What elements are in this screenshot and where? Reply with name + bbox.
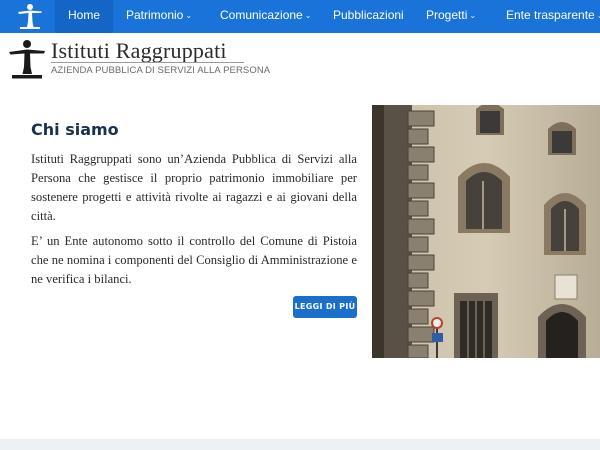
nav-item-label: Ente trasparente (506, 8, 595, 22)
top-navigation-bar: Home Patrimonio ⌄ Comunicazione ⌄ Pubblica… (0, 0, 600, 33)
site-title[interactable]: Istituti Raggruppati (51, 38, 227, 64)
section-title: Chi siamo (31, 120, 119, 139)
site-subtitle: AZIENDA PUBBLICA DI SERVIZI ALLA PERSONA (51, 65, 271, 76)
person-balance-icon[interactable] (16, 3, 44, 30)
chevron-down-icon: ⌄ (185, 11, 193, 20)
nav-item-progetti[interactable]: Progetti ⌄ (426, 0, 476, 33)
person-balance-icon[interactable] (8, 39, 46, 81)
nav-item-ente-trasparente[interactable]: Ente trasparente⌄ (506, 0, 600, 33)
read-more-button[interactable]: LEGGI DI PIÙ (293, 296, 357, 318)
building-photo (372, 105, 600, 358)
chevron-down-icon: ⌄ (469, 11, 477, 20)
nav-item-label: Progetti (426, 8, 468, 22)
brand-divider (51, 62, 244, 63)
nav-item-home[interactable]: Home (55, 0, 114, 33)
nav-item-label: Pubblicazioni (333, 8, 404, 22)
nav-item-patrimonio[interactable]: Patrimonio ⌄ (126, 0, 192, 33)
nav-item-label: Home (68, 8, 101, 22)
chevron-down-icon: ⌄ (304, 11, 312, 20)
nav-item-comunicazione[interactable]: Comunicazione ⌄ (220, 0, 311, 33)
nav-item-label: Patrimonio (126, 8, 184, 22)
footer-strip (0, 439, 600, 450)
about-paragraph: E’ un Ente autonomo sotto il controllo d… (31, 234, 357, 286)
nav-item-pubblicazioni[interactable]: Pubblicazioni (333, 0, 404, 33)
nav-item-label: Comunicazione (220, 8, 303, 22)
about-paragraph: Istituti Raggruppati sono un’Azienda Pub… (31, 152, 357, 223)
